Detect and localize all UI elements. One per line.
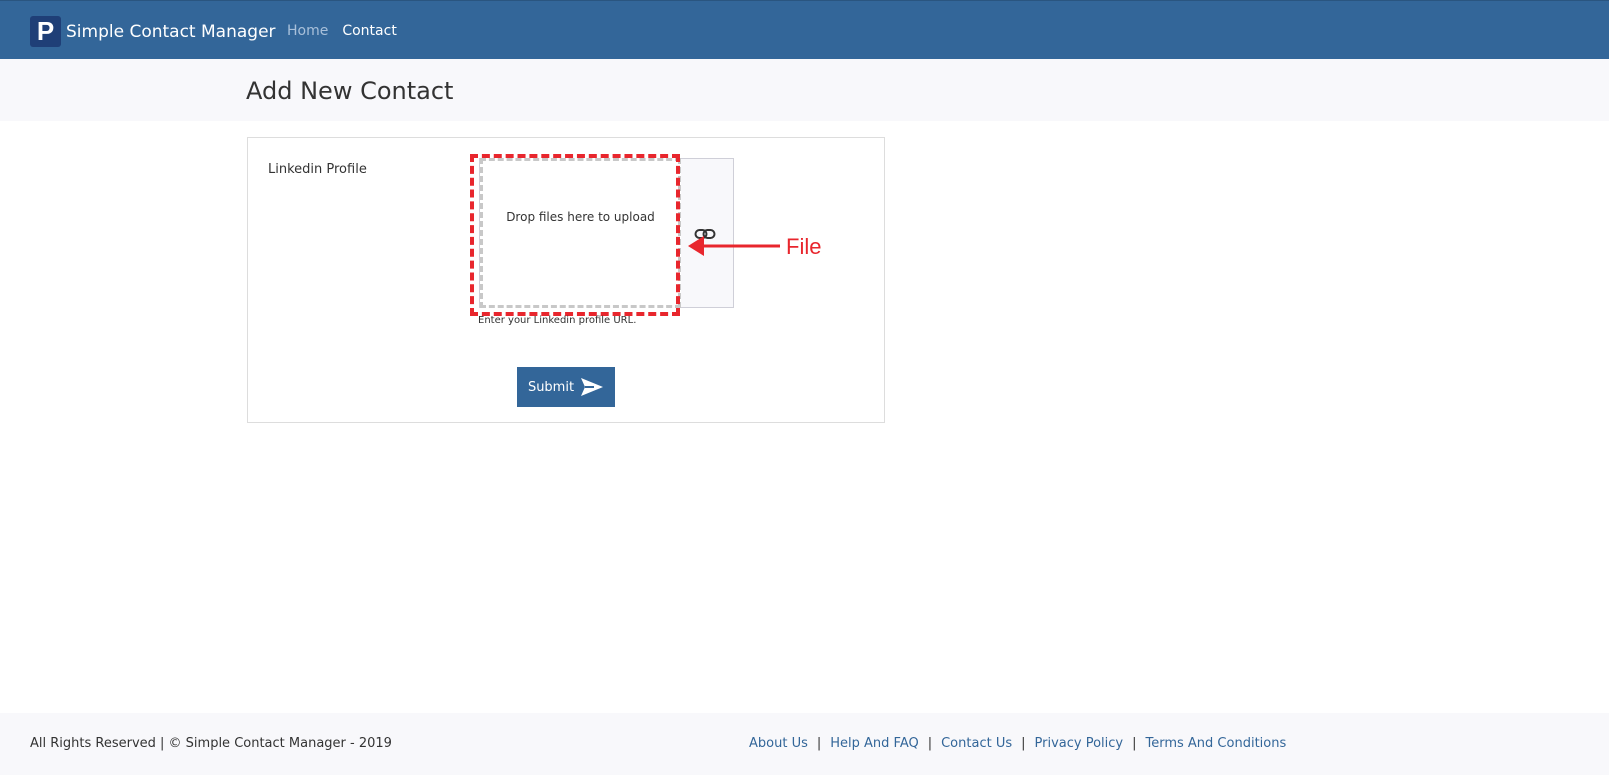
nav-link-contact[interactable]: Contact [342, 23, 396, 39]
footer-separator: | [816, 736, 822, 751]
footer-separator: | [1132, 736, 1137, 751]
page-title: Add New Contact [246, 77, 454, 105]
submit-button-label: Submit [527, 379, 575, 395]
copyright-text: All Rights Reserved | © Simple Contact M… [30, 736, 392, 751]
footer-link-contact[interactable]: Contact Us [941, 736, 1012, 751]
footer-link-about[interactable]: About Us [749, 736, 808, 751]
page-header: Add New Contact [0, 59, 1609, 121]
footer-link-privacy[interactable]: Privacy Policy [1035, 736, 1124, 751]
nav-links: Home Contact [287, 23, 397, 39]
send-icon [581, 378, 604, 396]
footer-separator: | [1021, 736, 1026, 751]
brand-link[interactable]: P Simple Contact Manager [30, 16, 276, 47]
contact-form-panel: Linkedin Profile Drop files here to uplo… [247, 137, 885, 423]
top-navbar: P Simple Contact Manager Home Contact [0, 0, 1609, 59]
linkedin-profile-label: Linkedin Profile [268, 162, 367, 177]
linkedin-upload-group: Drop files here to upload [479, 158, 734, 308]
footer-link-terms[interactable]: Terms And Conditions [1146, 736, 1287, 751]
brand-title: Simple Contact Manager [66, 21, 276, 42]
footer-link-help[interactable]: Help And FAQ [830, 736, 918, 751]
file-dropzone[interactable]: Drop files here to upload [480, 158, 681, 308]
annotation-arrow-icon [688, 236, 780, 256]
footer-separator: | [927, 736, 933, 751]
dropzone-text: Drop files here to upload [506, 210, 655, 224]
brand-logo-icon: P [30, 16, 61, 47]
submit-button[interactable]: Submit [517, 367, 615, 407]
footer: All Rights Reserved | © Simple Contact M… [0, 713, 1609, 775]
footer-links: About Us | Help And FAQ | Contact Us | P… [749, 736, 1286, 751]
nav-link-home[interactable]: Home [287, 23, 328, 39]
linkedin-help-text: Enter your Linkedin profile URL. [478, 315, 637, 326]
annotation-file-label: File [786, 234, 822, 259]
